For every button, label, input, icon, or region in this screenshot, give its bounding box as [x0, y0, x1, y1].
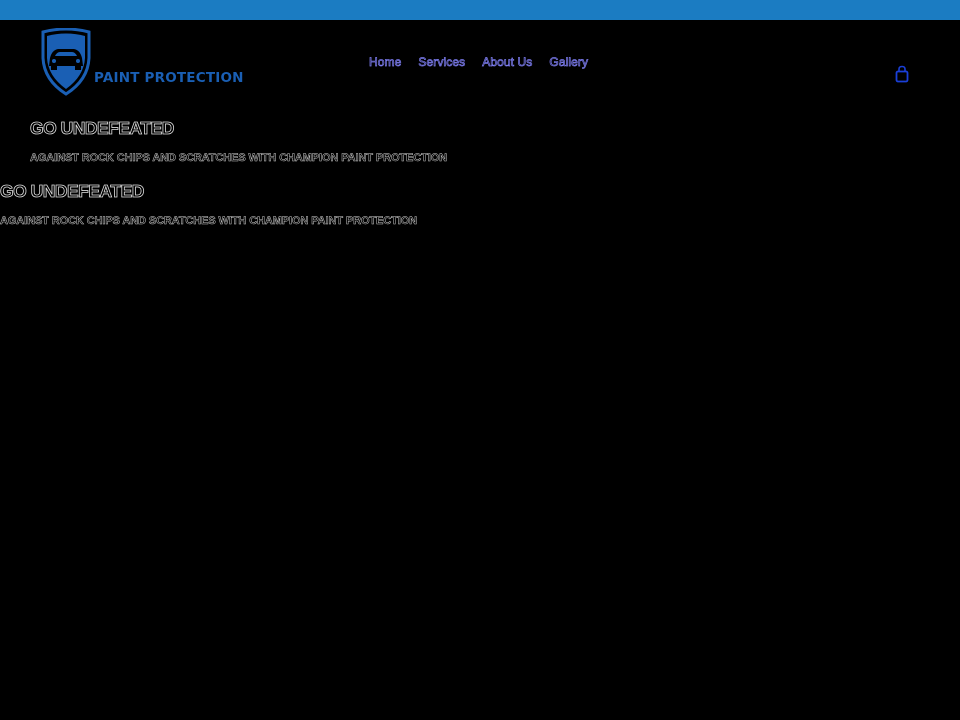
site-header: PAINT PROTECTION Home Services About Us …: [0, 20, 960, 110]
main-nav: Home Services About Us Gallery: [369, 55, 589, 70]
shopping-bag-icon: [895, 65, 909, 83]
shield-car-icon: [41, 28, 91, 96]
nav-services[interactable]: Services: [418, 55, 465, 70]
nav-gallery[interactable]: Gallery: [549, 55, 588, 70]
hero-block: GO UNDEFEATED AGAINST ROCK CHIPS AND SCR…: [30, 118, 448, 165]
top-accent-bar: [0, 0, 960, 20]
hero-title: GO UNDEFEATED: [0, 181, 145, 202]
hero-subtitle: AGAINST ROCK CHIPS AND SCRATCHES WITH CH…: [30, 152, 448, 165]
brand-logo[interactable]: PAINT PROTECTION: [38, 28, 243, 98]
brand-name: PAINT PROTECTION: [94, 70, 244, 86]
nav-about-us[interactable]: About Us: [482, 55, 533, 70]
hero-block: GO UNDEFEATED AGAINST ROCK CHIPS AND SCR…: [0, 181, 417, 228]
hero-subtitle: AGAINST ROCK CHIPS AND SCRATCHES WITH CH…: [0, 215, 417, 228]
hero-title: GO UNDEFEATED: [30, 118, 175, 139]
cart-button[interactable]: [894, 65, 910, 83]
nav-home[interactable]: Home: [369, 55, 402, 70]
